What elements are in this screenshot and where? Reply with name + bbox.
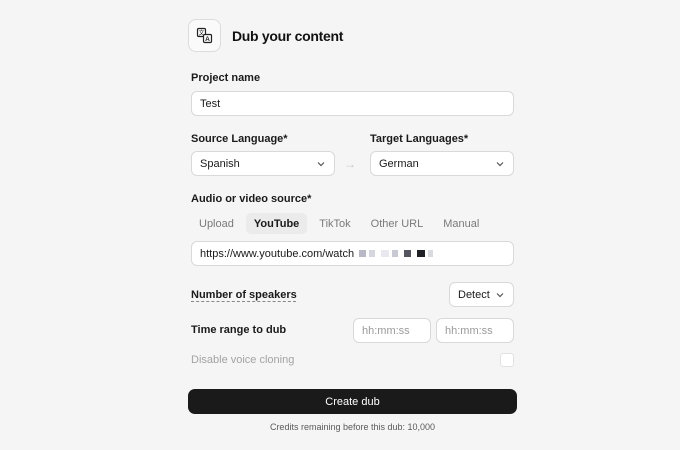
speakers-select[interactable]: Detect xyxy=(449,282,514,307)
tab-youtube[interactable]: YouTube xyxy=(245,213,308,234)
video-url-value: https://www.youtube.com/watch xyxy=(200,247,355,260)
chevron-down-icon xyxy=(496,292,504,297)
audio-source-label: Audio or video source* xyxy=(191,193,312,205)
target-languages-value: German xyxy=(379,157,419,170)
create-dub-button[interactable]: Create dub xyxy=(188,389,517,414)
arrow-right-icon: → xyxy=(344,157,356,171)
chevron-down-icon xyxy=(496,161,504,166)
disable-voice-cloning-checkbox[interactable] xyxy=(500,353,514,367)
tab-other-url[interactable]: Other URL xyxy=(363,213,432,234)
header: 文 A Dub your content xyxy=(188,19,343,52)
tab-manual[interactable]: Manual xyxy=(435,213,487,234)
source-language-select[interactable]: Spanish xyxy=(191,151,335,176)
source-language-label: Source Language* xyxy=(191,133,288,145)
chevron-down-icon xyxy=(317,161,325,166)
speakers-value: Detect xyxy=(458,288,490,301)
credits-remaining-text: Credits remaining before this dub: 10,00… xyxy=(269,422,436,432)
svg-text:A: A xyxy=(205,36,210,43)
translate-icon: 文 A xyxy=(188,19,221,52)
number-of-speakers-label[interactable]: Number of speakers xyxy=(191,289,297,301)
video-url-input[interactable]: https://www.youtube.com/watch xyxy=(191,241,514,266)
project-name-label: Project name xyxy=(191,72,261,84)
target-languages-label: Target Languages* xyxy=(370,133,469,145)
tab-upload[interactable]: Upload xyxy=(191,213,242,234)
target-languages-select[interactable]: German xyxy=(370,151,514,176)
redacted-url-segment xyxy=(356,248,434,260)
start-time-placeholder: hh:mm:ss xyxy=(362,324,410,337)
tab-tiktok[interactable]: TikTok xyxy=(311,213,358,234)
disable-voice-cloning-label: Disable voice cloning xyxy=(191,354,295,366)
source-tabs: Upload YouTube TikTok Other URL Manual xyxy=(191,213,491,234)
project-name-input[interactable]: Test xyxy=(191,91,514,116)
end-time-input[interactable]: hh:mm:ss xyxy=(436,318,514,343)
start-time-input[interactable]: hh:mm:ss xyxy=(353,318,431,343)
source-language-value: Spanish xyxy=(200,157,240,170)
end-time-placeholder: hh:mm:ss xyxy=(445,324,493,337)
time-range-label: Time range to dub xyxy=(191,324,287,336)
project-name-value: Test xyxy=(200,97,221,110)
page-title: Dub your content xyxy=(232,27,344,44)
dub-form-page: 文 A Dub your content Project name Test S… xyxy=(0,0,680,450)
